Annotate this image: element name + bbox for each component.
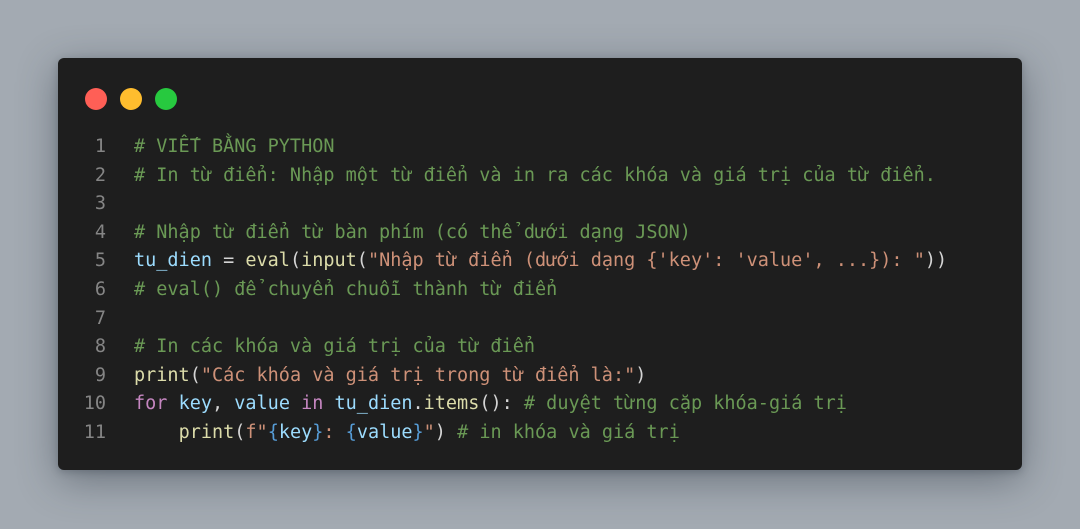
minimize-dot-icon[interactable] (120, 88, 142, 110)
code-token: , (211, 393, 235, 415)
code-token: eval (245, 250, 290, 272)
code-block: 1 # VIẾT BẰNG PYTHON 2 # In từ điển: Nhập m… (58, 133, 1022, 448)
line-source: # VIẾT BẰNG PYTHON (134, 133, 334, 162)
line-source: # Nhập từ điển từ bàn phím (có thể dưới … (134, 219, 691, 248)
code-line: 7 (58, 305, 1022, 334)
code-token: input (301, 250, 357, 272)
code-token: # in khóa và giá trị (457, 421, 680, 443)
code-token: tu_dien (134, 250, 212, 272)
code-token: ( (356, 250, 368, 272)
line-number: 5 (94, 250, 106, 272)
line-source: print(f"{key}: {value}") # in khóa và gi… (134, 419, 680, 448)
code-token: "Các khóa và giá trị trong từ điển là:" (200, 364, 636, 386)
code-token: } (312, 421, 324, 443)
line-source: print("Các khóa và giá trị trong từ điển… (134, 362, 646, 391)
code-token: key (278, 421, 313, 443)
line-number: 6 (94, 278, 106, 300)
code-token: )) (924, 250, 948, 272)
code-line: 8 # In các khóa và giá trị của từ điển (58, 333, 1022, 362)
code-line: 9 print("Các khóa và giá trị trong từ điể… (58, 362, 1022, 391)
line-source: for key, value in tu_dien.items(): # duy… (134, 390, 847, 419)
maximize-dot-icon[interactable] (155, 88, 177, 110)
code-line: 1 # VIẾT BẰNG PYTHON (58, 133, 1022, 162)
code-token: ) (434, 421, 458, 443)
code-token: "Nhập từ điển (dưới dạng {'key': 'value'… (367, 250, 925, 272)
code-line: 3 (58, 190, 1022, 219)
code-token: " (423, 421, 435, 443)
code-line: 11 print(f"{key}: {value}") # in khóa và… (58, 419, 1022, 448)
code-token: ( (234, 421, 246, 443)
window-controls (85, 88, 177, 110)
code-token: # VIẾT BẰNG PYTHON (134, 136, 335, 157)
code-token: in (301, 393, 324, 415)
code-token: : (323, 421, 346, 443)
line-number: 8 (94, 336, 106, 358)
line-number: 1 (94, 136, 106, 157)
code-token: f" (245, 421, 268, 443)
code-token: ( (189, 364, 201, 386)
code-token: for (134, 393, 168, 415)
code-token: value (234, 393, 290, 415)
code-token: value (356, 421, 413, 443)
code-token: # eval() để chuyển chuỗi thành từ điển (134, 278, 558, 300)
line-source: # In từ điển: Nhập một từ điển và in ra … (134, 162, 936, 191)
code-token: items (423, 393, 480, 415)
code-line: 2 # In từ điển: Nhập một từ điển và in ra… (58, 162, 1022, 191)
line-number: 4 (94, 221, 106, 243)
code-token: . (412, 393, 424, 415)
line-source: # eval() để chuyển chuỗi thành từ điển (134, 276, 557, 305)
code-token: { (267, 421, 279, 443)
line-number: 3 (94, 193, 106, 215)
code-token: ) (635, 364, 647, 386)
code-token: { (345, 421, 357, 443)
code-line: 6 # eval() để chuyển chuỗi thành từ điển (58, 276, 1022, 305)
line-source: # In các khóa và giá trị của từ điển (134, 333, 535, 362)
code-token: print (134, 364, 190, 386)
code-token: key (178, 393, 212, 415)
line-number: 9 (94, 364, 106, 386)
code-token: # duyệt từng cặp khóa-giá trị (523, 393, 847, 415)
code-token: (): (479, 393, 524, 415)
code-token: tu_dien (334, 393, 413, 415)
code-line: 10 for key, value in tu_dien.items(): # d… (58, 390, 1022, 419)
code-token: print (178, 421, 235, 443)
code-token: ( (289, 250, 302, 272)
line-number: 7 (94, 307, 106, 329)
code-token: # In các khóa và giá trị của từ điển (134, 336, 535, 358)
line-number: 10 (83, 393, 106, 415)
code-line: 4 # Nhập từ điển từ bàn phím (có thể dưới… (58, 219, 1022, 248)
code-token: } (412, 421, 424, 443)
code-token: # Nhập từ điển từ bàn phím (có thể dưới … (134, 221, 691, 243)
code-token: = (211, 250, 246, 272)
code-window: 1 # VIẾT BẰNG PYTHON 2 # In từ điển: Nhập m… (58, 58, 1022, 470)
close-dot-icon[interactable] (85, 88, 107, 110)
line-source: tu_dien = eval(input("Nhập từ điển (dưới… (134, 247, 947, 276)
code-token: # In từ điển: Nhập một từ điển và in ra … (134, 164, 936, 186)
line-number: 2 (94, 164, 106, 186)
code-line: 5 tu_dien = eval(input("Nhập từ điển (dướ… (58, 247, 1022, 276)
line-number: 11 (83, 421, 106, 443)
